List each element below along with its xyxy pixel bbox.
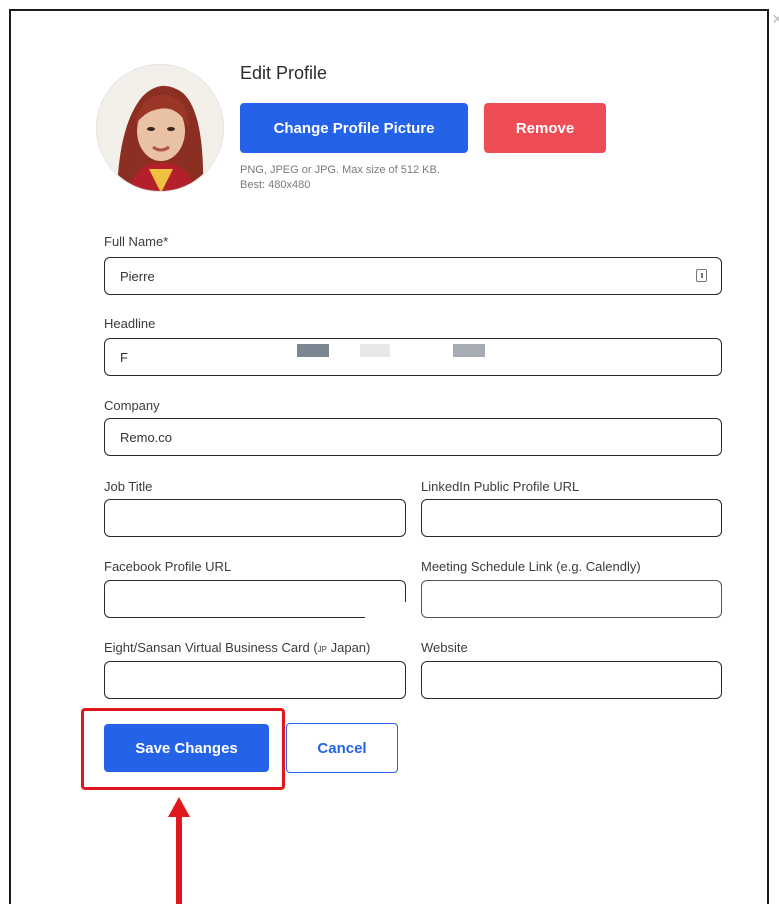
redacted-block [453, 344, 485, 357]
headline-field[interactable]: F [104, 338, 722, 376]
company-field[interactable]: Remo.co [104, 418, 722, 456]
job-title-label: Job Title [104, 479, 153, 494]
company-label: Company [104, 398, 160, 413]
highlight-box [81, 708, 285, 790]
redacted-block [360, 344, 390, 357]
website-label: Website [421, 640, 468, 655]
redacted-block [297, 344, 329, 357]
meeting-link-field[interactable] [421, 580, 722, 618]
redacted-block [365, 602, 407, 624]
remove-picture-button[interactable]: Remove [484, 103, 606, 153]
red-arrow-icon [168, 797, 190, 904]
id-card-icon [696, 269, 707, 282]
website-field[interactable] [421, 661, 722, 699]
close-icon[interactable]: × [772, 10, 779, 28]
headline-value: F [120, 349, 128, 365]
headline-label: Headline [104, 316, 156, 331]
company-value: Remo.co [120, 429, 173, 445]
linkedin-field[interactable] [421, 499, 722, 537]
facebook-field[interactable] [104, 580, 406, 618]
eight-sansan-label: Eight/Sansan Virtual Business Card (JP J… [104, 640, 370, 655]
avatar [96, 64, 224, 192]
meeting-link-label: Meeting Schedule Link (e.g. Calendly) [421, 559, 641, 574]
japan-flag-code: JP [317, 645, 327, 654]
edit-profile-title: Edit Profile [240, 63, 328, 83]
upload-hint-size: Best: 480x480 [240, 179, 311, 191]
eight-sansan-label-main: Eight/Sansan Virtual Business Card ( [104, 640, 318, 655]
eight-sansan-label-tail: Japan) [327, 640, 371, 655]
full-name-label: Full Name* [104, 234, 169, 249]
facebook-label: Facebook Profile URL [104, 559, 232, 574]
job-title-field[interactable] [104, 499, 406, 537]
profile-photo [97, 65, 223, 191]
full-name-value: Pierre [120, 268, 155, 284]
cancel-button[interactable]: Cancel [286, 723, 398, 773]
eight-sansan-field[interactable] [104, 661, 406, 699]
change-profile-picture-button[interactable]: Change Profile Picture [240, 103, 468, 153]
upload-hint: PNG, JPEG or JPG. Max size of 512 KB. Be… [240, 163, 480, 193]
full-name-field[interactable]: Pierre [104, 257, 722, 295]
linkedin-label: LinkedIn Public Profile URL [421, 479, 580, 494]
upload-hint-format: PNG, JPEG or JPG. Max size of 512 KB. [240, 164, 440, 176]
